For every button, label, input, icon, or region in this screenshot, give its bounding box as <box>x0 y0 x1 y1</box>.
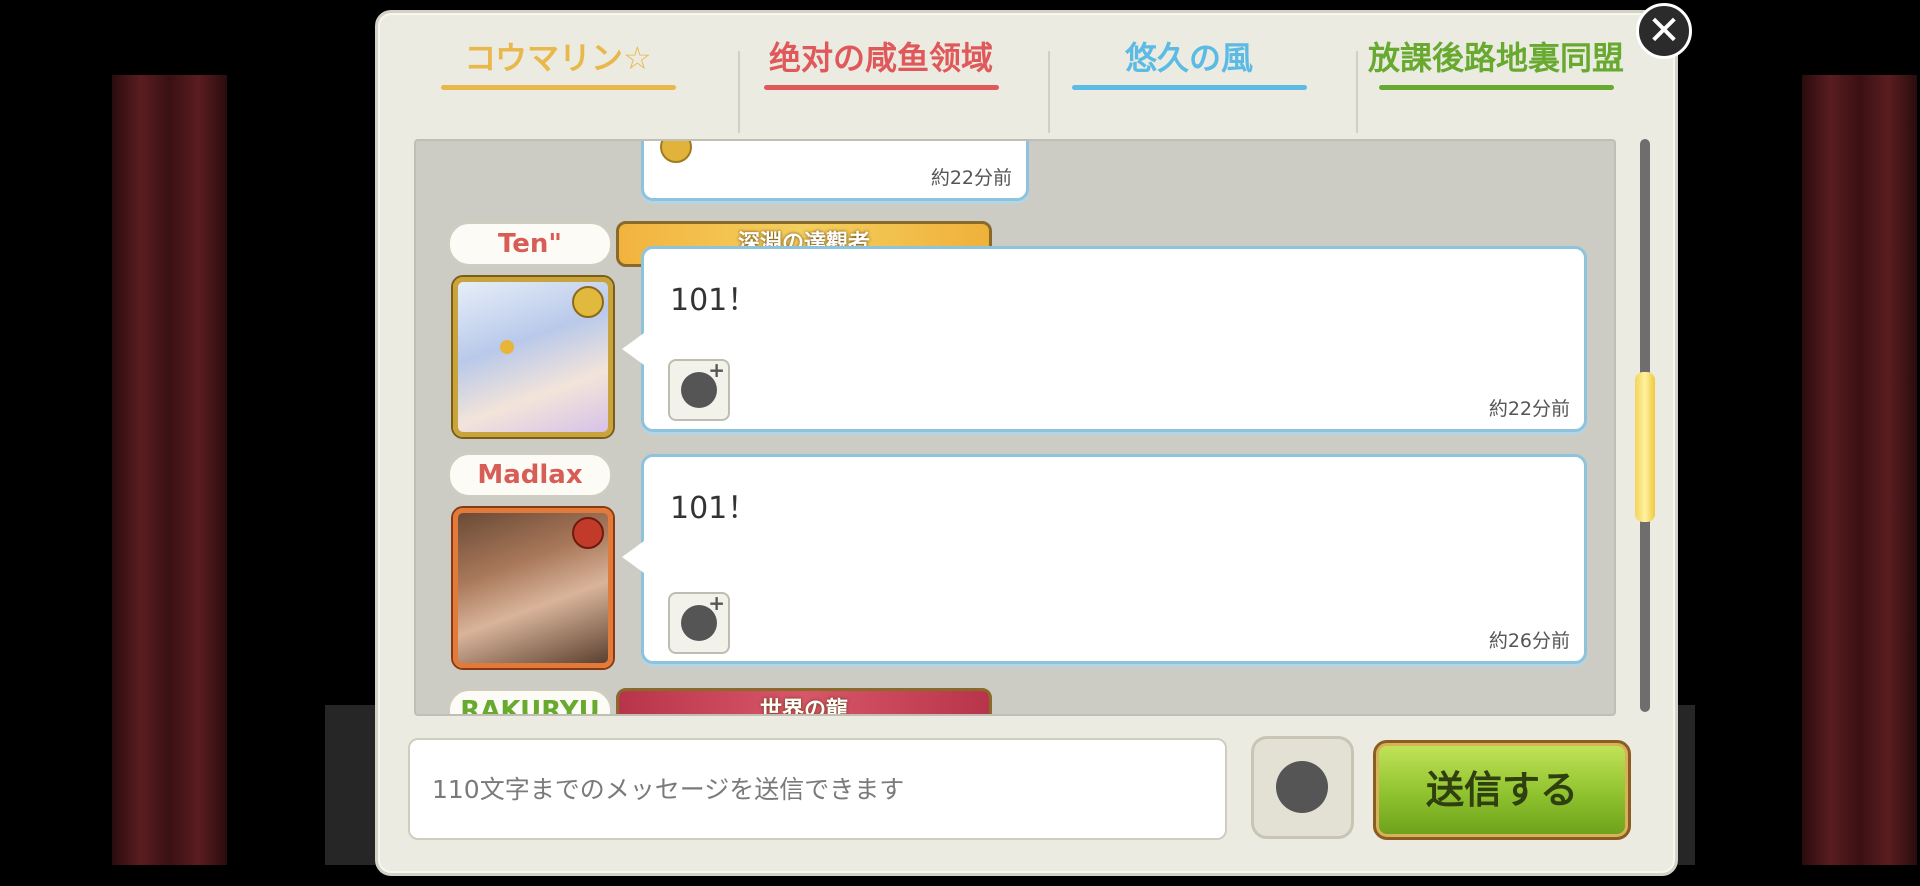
chat-message-list[interactable]: 約22分前 Ten" 深淵の達觀者 101！ + 約22分前 Madlax 10… <box>414 139 1616 716</box>
tab-divider <box>1048 51 1050 133</box>
plus-icon: + <box>708 358 725 382</box>
message-time: 約22分前 <box>1488 398 1570 420</box>
add-reaction-button[interactable]: + <box>668 591 730 654</box>
message-text: 101！ <box>670 283 758 318</box>
message-time: 約26分前 <box>1488 630 1570 652</box>
tab-label: コウマリン☆ <box>464 39 652 77</box>
stamp-button[interactable] <box>1251 736 1354 839</box>
tab-salted-fish[interactable]: 绝对の咸鱼领域 <box>761 33 1001 133</box>
tab-after-school-alliance[interactable]: 放課後路地裏同盟 <box>1356 33 1636 133</box>
chat-scrollbar[interactable] <box>1635 139 1655 712</box>
eye-icon <box>500 340 514 354</box>
stage-curtain-right <box>1802 75 1917 865</box>
close-button[interactable]: ✕ <box>1636 3 1692 59</box>
anime-character-avatar-icon[interactable] <box>453 277 613 437</box>
chat-panel: コウマリン☆ 绝对の咸鱼领域 悠久の風 放課後路地裏同盟 約22分前 Ten" <box>375 10 1678 876</box>
tab-label: 绝对の咸鱼领域 <box>768 39 993 77</box>
tab-underline <box>1071 85 1307 90</box>
player-title-badge: 世界の龍 <box>616 688 992 714</box>
bubble-tail <box>622 333 644 365</box>
tab-label: 悠久の風 <box>1124 39 1253 77</box>
add-reaction-button[interactable]: + <box>668 358 730 421</box>
tab-eternal-wind[interactable]: 悠久の風 <box>1069 33 1309 133</box>
scrollbar-thumb[interactable] <box>1635 372 1655 522</box>
rank-badge-icon <box>572 286 604 318</box>
message-input[interactable]: 110文字までのメッセージを送信できます <box>408 738 1227 840</box>
sender-name[interactable]: Madlax <box>447 452 613 498</box>
plus-icon: + <box>708 591 725 615</box>
message-bubble: 約22分前 <box>641 141 1029 201</box>
message-input-placeholder: 110文字までのメッセージを送信できます <box>432 775 905 804</box>
message-text: 101！ <box>670 491 758 526</box>
tab-underline <box>763 85 999 90</box>
guild-tabs: コウマリン☆ 绝对の咸鱼领域 悠久の風 放課後路地裏同盟 <box>438 33 1624 133</box>
message-bubble: 101！ + 約22分前 <box>622 246 1587 432</box>
send-button[interactable]: 送信する <box>1373 740 1631 840</box>
stage-curtain-left <box>112 75 227 865</box>
anime-character-avatar-icon[interactable] <box>453 508 613 668</box>
tab-underline <box>440 85 676 90</box>
sender-name[interactable]: RAKURYU <box>447 688 613 714</box>
message-bubble: 101！ + 約26分前 <box>622 454 1587 664</box>
tab-label: 放課後路地裏同盟 <box>1367 39 1624 77</box>
tab-underline <box>1378 85 1614 90</box>
tab-divider <box>738 51 740 133</box>
sender-name[interactable]: Ten" <box>447 221 613 267</box>
smiley-face-icon <box>1276 761 1328 813</box>
tab-coumarin[interactable]: コウマリン☆ <box>438 33 678 133</box>
fire-element-icon <box>572 517 604 549</box>
message-time: 約22分前 <box>930 167 1012 189</box>
bubble-tail <box>622 541 644 573</box>
